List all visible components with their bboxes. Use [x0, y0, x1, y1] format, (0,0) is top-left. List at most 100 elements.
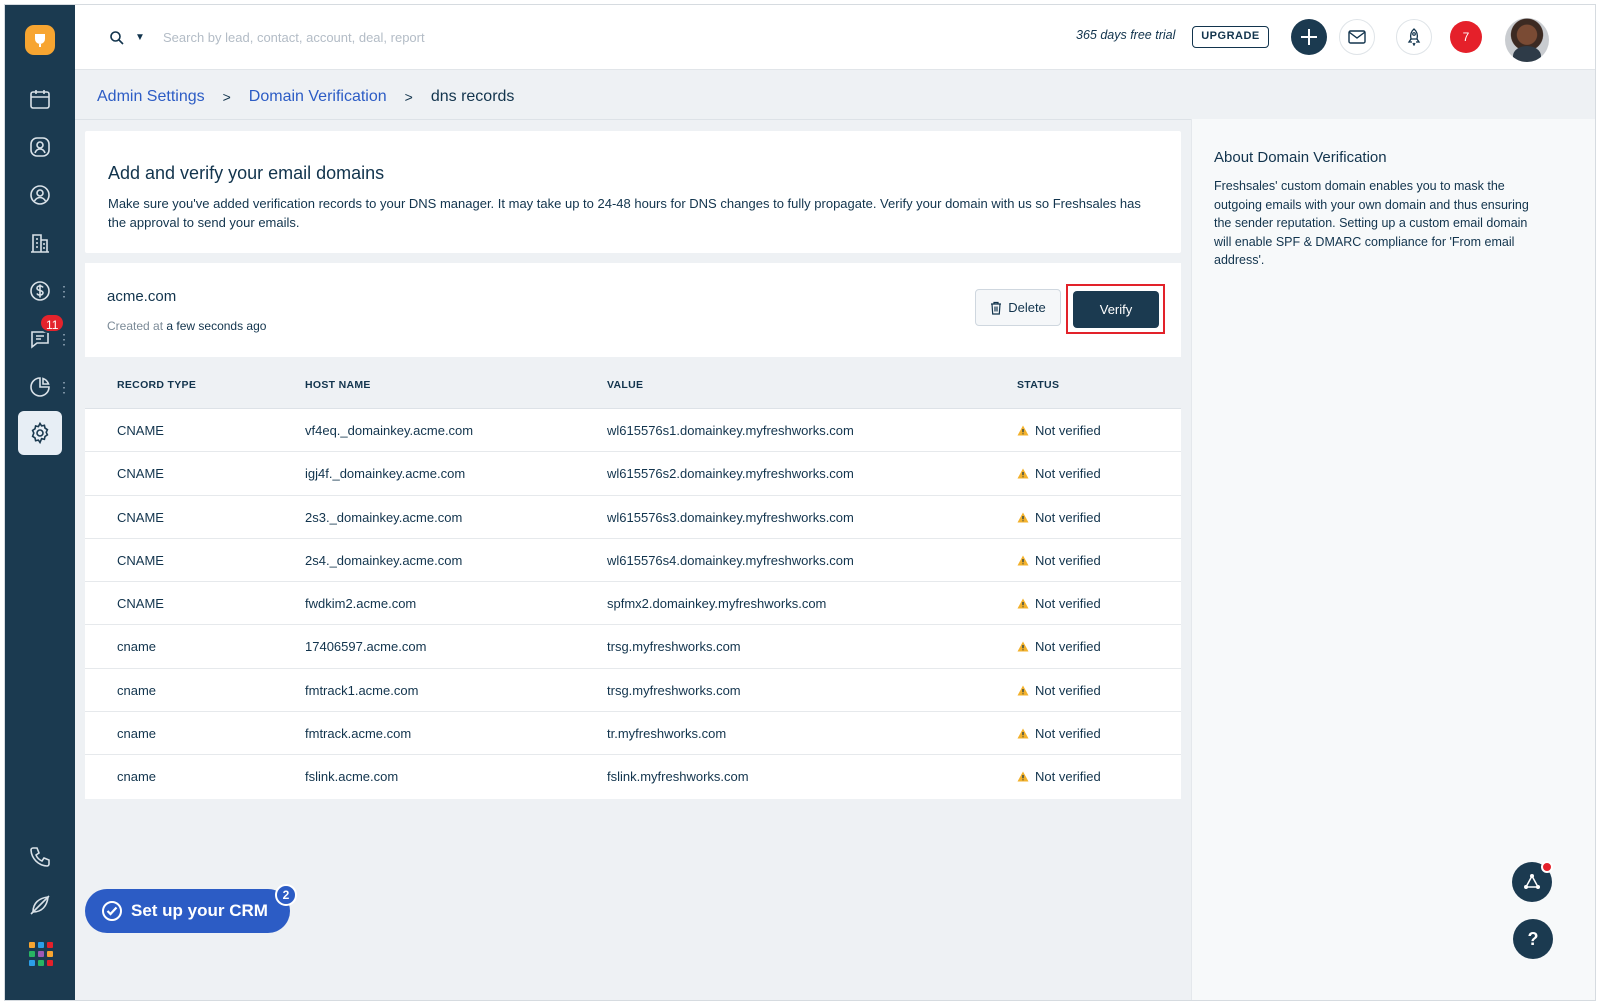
assistant-alert-dot [1541, 861, 1553, 873]
quick-add-button[interactable] [1291, 19, 1327, 55]
help-button[interactable]: ? [1513, 919, 1553, 959]
value-cell[interactable]: trsg.myfreshworks.com [607, 639, 741, 654]
host-name-cell[interactable]: fmtrack1.acme.com [305, 683, 418, 698]
warning-icon [1017, 728, 1029, 739]
reports-pie-icon[interactable]: ⋮ [5, 365, 75, 409]
top-bar: ▼ 365 days free trial UPGRADE 7 [75, 5, 1595, 70]
status-cell: Not verified [1017, 466, 1101, 481]
table-row: cname fslink.acme.com fslink.myfreshwork… [85, 755, 1181, 798]
table-row: cname fmtrack1.acme.com trsg.myfreshwork… [85, 669, 1181, 713]
chat-more-icon[interactable]: ⋮ [57, 332, 71, 346]
warning-icon [1017, 512, 1029, 523]
about-title: About Domain Verification [1214, 149, 1387, 166]
header-record-type: RECORD TYPE [117, 379, 197, 391]
record-type-cell: cname [117, 769, 157, 785]
upgrade-button[interactable]: UPGRADE [1192, 26, 1269, 48]
chevron-right-icon: > [222, 89, 231, 105]
status-cell: Not verified [1017, 639, 1101, 654]
settings-gear-icon[interactable] [5, 411, 75, 455]
reports-more-icon[interactable]: ⋮ [57, 380, 71, 394]
warning-icon [1017, 598, 1029, 609]
value-cell[interactable]: trsg.myfreshworks.com [607, 683, 741, 698]
accounts-building-icon[interactable] [5, 221, 75, 265]
domain-card: acme.com Created at a few seconds ago De… [85, 263, 1181, 799]
value-cell[interactable]: wl615576s3.domainkey.myfreshworks.com [607, 510, 854, 525]
host-name-cell[interactable]: vf4eq._domainkey.acme.com [305, 423, 473, 438]
breadcrumb-domain-verification[interactable]: Domain Verification [249, 88, 387, 106]
host-name-cell[interactable]: fmtrack.acme.com [305, 726, 411, 741]
host-name-cell[interactable]: 17406597.acme.com [305, 639, 426, 654]
freshsales-logo[interactable] [25, 25, 55, 55]
intro-card: Add and verify your email domains Make s… [85, 131, 1181, 253]
delete-domain-button[interactable]: Delete [975, 289, 1061, 326]
host-name-cell[interactable]: 2s4._domainkey.acme.com [305, 553, 462, 568]
verify-domain-button[interactable]: Verify [1073, 291, 1159, 328]
status-cell: Not verified [1017, 553, 1101, 568]
search-icon[interactable] [109, 30, 125, 46]
leaf-off-icon[interactable] [5, 883, 75, 927]
status-text: Not verified [1035, 596, 1101, 612]
user-avatar[interactable] [1505, 18, 1549, 62]
setup-crm-button[interactable]: Set up your CRM [85, 889, 290, 933]
apps-grid-icon[interactable] [29, 942, 53, 966]
record-type-cell: CNAME [117, 423, 164, 438]
email-inbox-button[interactable] [1339, 19, 1375, 55]
value-cell[interactable]: wl615576s1.domainkey.myfreshworks.com [607, 423, 854, 438]
whats-new-button[interactable] [1396, 19, 1432, 55]
host-name-cell[interactable]: 2s3._domainkey.acme.com [305, 510, 462, 525]
status-text: Not verified [1035, 509, 1101, 525]
table-row: CNAME fwdkim2.acme.com spfmx2.domainkey.… [85, 582, 1181, 626]
warning-icon [1017, 685, 1029, 696]
rocket-icon [1407, 28, 1421, 46]
delete-label: Delete [1008, 300, 1046, 315]
status-text: Not verified [1035, 726, 1101, 742]
warning-icon [1017, 555, 1029, 566]
table-row: cname 17406597.acme.com trsg.myfreshwork… [85, 625, 1181, 669]
chat-unread-badge: 11 [39, 313, 66, 333]
breadcrumb-current: dns records [430, 88, 515, 105]
plus-icon [1301, 29, 1317, 45]
status-cell: Not verified [1017, 726, 1101, 741]
value-cell[interactable]: wl615576s2.domainkey.myfreshworks.com [607, 466, 854, 481]
host-name-cell[interactable]: fslink.acme.com [305, 769, 398, 784]
notifications-badge[interactable]: 7 [1450, 21, 1482, 53]
record-type-cell: CNAME [117, 466, 164, 482]
value-cell[interactable]: fslink.myfreshworks.com [607, 769, 749, 784]
search-scope-caret-icon[interactable]: ▼ [135, 32, 145, 43]
value-cell[interactable]: tr.myfreshworks.com [607, 726, 726, 741]
global-search-input[interactable] [163, 23, 763, 51]
contacts-icon[interactable] [5, 125, 75, 169]
status-cell: Not verified [1017, 596, 1101, 611]
deals-dollar-icon[interactable]: ⋮ [5, 269, 75, 313]
record-type-cell: CNAME [117, 509, 164, 525]
table-row: CNAME 2s3._domainkey.acme.com wl615576s3… [85, 496, 1181, 539]
record-type-cell: cname [117, 682, 157, 698]
about-description: Freshsales' custom domain enables you to… [1214, 179, 1529, 267]
deals-more-icon[interactable]: ⋮ [57, 284, 71, 298]
breadcrumb-admin-settings[interactable]: Admin Settings [97, 88, 205, 106]
record-type-cell: cname [117, 726, 157, 742]
phone-icon[interactable] [5, 835, 75, 879]
host-name-cell[interactable]: fwdkim2.acme.com [305, 596, 416, 611]
chat-icon[interactable]: 11 ⋮ [5, 313, 75, 361]
value-cell[interactable]: spfmx2.domainkey.myfreshworks.com [607, 596, 826, 611]
setup-crm-label: Set up your CRM [131, 901, 268, 920]
dns-table-body: CNAME vf4eq._domainkey.acme.com wl615576… [85, 409, 1181, 799]
value-cell[interactable]: wl615576s4.domainkey.myfreshworks.com [607, 553, 854, 568]
table-row: CNAME vf4eq._domainkey.acme.com wl615576… [85, 409, 1181, 453]
user-icon[interactable] [5, 173, 75, 217]
left-sidebar: ⋮ 11 ⋮ ⋮ [5, 5, 75, 1000]
calendar-icon[interactable] [5, 77, 75, 121]
header-value: VALUE [607, 379, 644, 391]
record-type-cell: CNAME [117, 596, 164, 612]
mail-icon [1348, 30, 1366, 44]
created-value: a few seconds ago [166, 319, 267, 333]
trial-status-text: 365 days free trial [1076, 28, 1176, 42]
table-row: CNAME igj4f._domainkey.acme.com wl615576… [85, 452, 1181, 496]
status-cell: Not verified [1017, 769, 1101, 784]
host-name-cell[interactable]: igj4f._domainkey.acme.com [305, 466, 465, 481]
warning-icon [1017, 425, 1029, 436]
status-text: Not verified [1035, 769, 1101, 785]
app-window: ⋮ 11 ⋮ ⋮ ▼ 365 days free [4, 4, 1596, 1001]
status-text: Not verified [1035, 682, 1101, 698]
